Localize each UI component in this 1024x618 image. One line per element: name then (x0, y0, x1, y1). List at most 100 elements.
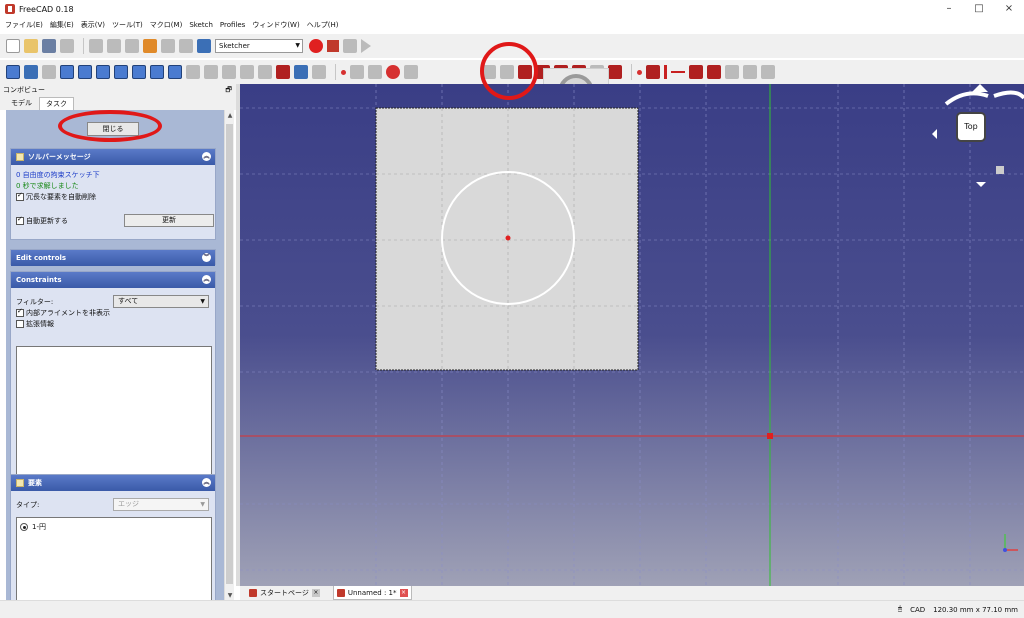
draw-style-icon[interactable] (42, 65, 56, 79)
tab-model[interactable]: モデル (4, 96, 39, 110)
menu-file[interactable]: ファイル(E) (5, 20, 43, 30)
solver-dof-message[interactable]: 0 自由度の拘束スケッチ下 (16, 169, 210, 180)
polyline-icon[interactable] (482, 65, 496, 79)
expand-icon[interactable]: ︾ (202, 253, 211, 262)
paste-icon[interactable] (125, 39, 139, 53)
constrain-coincident-icon[interactable] (637, 69, 642, 75)
scroll-up-icon[interactable]: ▲ (225, 110, 235, 122)
point-icon[interactable] (341, 69, 346, 75)
auto-update-checkbox[interactable] (16, 215, 24, 225)
validate-sketch-icon[interactable] (312, 65, 326, 79)
elements-header[interactable]: 要素 ︽ (11, 475, 215, 491)
update-button[interactable]: 更新 (124, 214, 214, 227)
tab-start-page[interactable]: スタートページ × (246, 586, 323, 600)
menu-help[interactable]: ヘルプ(H) (307, 20, 339, 30)
close-tab-icon[interactable]: × (399, 588, 408, 597)
constrain-tangent-icon[interactable] (725, 65, 739, 79)
minimize-button[interactable]: – (934, 0, 964, 18)
view-top-icon[interactable] (96, 65, 110, 79)
navigation-style-icon[interactable]: 🖱 (898, 605, 902, 614)
constrain-vertical-icon[interactable] (664, 65, 667, 79)
auto-remove-checkbox[interactable] (16, 191, 24, 201)
hide-internal-checkbox[interactable] (16, 307, 24, 317)
constrain-lock-icon[interactable] (743, 65, 757, 79)
edit-controls-header[interactable]: Edit controls ︾ (11, 250, 215, 266)
constrain-parallel-icon[interactable] (689, 65, 703, 79)
copy-icon[interactable] (107, 39, 121, 53)
open-icon[interactable] (24, 39, 38, 53)
macro-edit-icon[interactable] (343, 39, 357, 53)
view-isometric-icon[interactable] (60, 65, 74, 79)
arc-icon[interactable] (368, 65, 382, 79)
pin-icon[interactable]: 🗗 (225, 84, 232, 96)
nav-up-arrow-icon[interactable] (972, 84, 988, 92)
menu-profiles[interactable]: Profiles (220, 21, 245, 29)
view-right-icon[interactable] (114, 65, 128, 79)
tab-unnamed[interactable]: Unnamed : 1* × (332, 586, 412, 600)
workbench-selector[interactable]: Sketcher ▼ (215, 39, 303, 53)
construction-mode-icon[interactable] (608, 65, 622, 79)
rotate-left-arc-icon[interactable] (944, 91, 989, 106)
constraints-list[interactable] (16, 346, 212, 493)
conic-icon[interactable] (404, 65, 418, 79)
auto-remove-redundants-row[interactable]: 冗長な要素を自動削除 (16, 191, 210, 202)
macro-run-icon[interactable] (361, 39, 371, 53)
type-select[interactable]: エッジ ▼ (113, 498, 209, 511)
filter-select[interactable]: すべて ▼ (113, 295, 209, 308)
slot-icon[interactable] (500, 65, 514, 79)
save-as-icon[interactable] (60, 39, 74, 53)
constrain-point-on-object-icon[interactable] (646, 65, 660, 79)
view-bottom-icon[interactable] (150, 65, 164, 79)
view-left-icon[interactable] (168, 65, 182, 79)
origin-point[interactable] (767, 433, 773, 439)
navigation-style[interactable]: CAD (910, 606, 925, 614)
view-rear-icon[interactable] (132, 65, 146, 79)
map-sketch-icon[interactable] (276, 65, 290, 79)
circle-icon[interactable] (386, 65, 400, 79)
maximize-button[interactable]: □ (964, 0, 994, 18)
list-item[interactable]: 1-円 (20, 521, 208, 532)
whats-this-icon[interactable] (197, 39, 211, 53)
new-sketch-icon[interactable] (204, 65, 218, 79)
measure-icon[interactable] (186, 65, 200, 79)
menu-sketch[interactable]: Sketch (189, 21, 213, 29)
panel-scrollbar[interactable]: ▲ ▼ (224, 110, 234, 602)
extended-info-checkbox[interactable] (16, 319, 24, 328)
close-window-button[interactable]: × (994, 0, 1024, 18)
scroll-thumb[interactable] (226, 124, 233, 584)
refresh-icon[interactable] (179, 39, 193, 53)
fillet-icon[interactable] (518, 65, 532, 79)
constrain-perpendicular-icon[interactable] (707, 65, 721, 79)
close-tab-icon[interactable]: × (311, 589, 320, 597)
menu-window[interactable]: ウィンドウ(W) (252, 20, 299, 30)
menu-view[interactable]: 表示(V) (81, 20, 105, 30)
hide-internal-row[interactable]: 内部アライメントを非表示 (16, 307, 210, 318)
collapse-icon[interactable]: ︽ (202, 478, 211, 487)
3d-view[interactable]: Top (240, 84, 1024, 586)
extended-info-row[interactable]: 拡張情報 (16, 318, 210, 329)
edit-sketch-icon[interactable] (222, 65, 236, 79)
circle-center-point[interactable] (505, 235, 511, 241)
new-document-icon[interactable] (6, 39, 20, 53)
elements-list[interactable]: 1-円 (16, 517, 212, 602)
sketcher-tools-icon[interactable] (761, 65, 775, 79)
undo-icon[interactable] (143, 39, 157, 53)
navcube-top-face[interactable]: Top (956, 112, 986, 142)
cut-icon[interactable] (89, 39, 103, 53)
nav-left-arrow-icon[interactable] (932, 129, 937, 139)
reorient-sketch-icon[interactable] (294, 65, 308, 79)
nav-down-arrow-icon[interactable] (976, 182, 986, 187)
redo-icon[interactable] (161, 39, 175, 53)
collapse-icon[interactable]: ︽ (202, 275, 211, 284)
view-sketch-icon[interactable] (258, 65, 272, 79)
menu-tools[interactable]: ツール(T) (112, 20, 143, 30)
constraints-header[interactable]: Constraints ︽ (11, 272, 215, 288)
constrain-horizontal-icon[interactable] (671, 71, 685, 73)
rotate-right-arc-icon[interactable] (993, 90, 1024, 100)
solver-messages-header[interactable]: ソルバーメッセージ ︽ (11, 149, 215, 165)
close-sketch-button[interactable]: 閉じる (87, 122, 139, 136)
leave-sketch-icon[interactable] (240, 65, 254, 79)
fit-all-icon[interactable] (6, 65, 20, 79)
collapse-icon[interactable]: ︽ (202, 152, 211, 161)
view-menu-cube-icon[interactable] (996, 166, 1004, 174)
